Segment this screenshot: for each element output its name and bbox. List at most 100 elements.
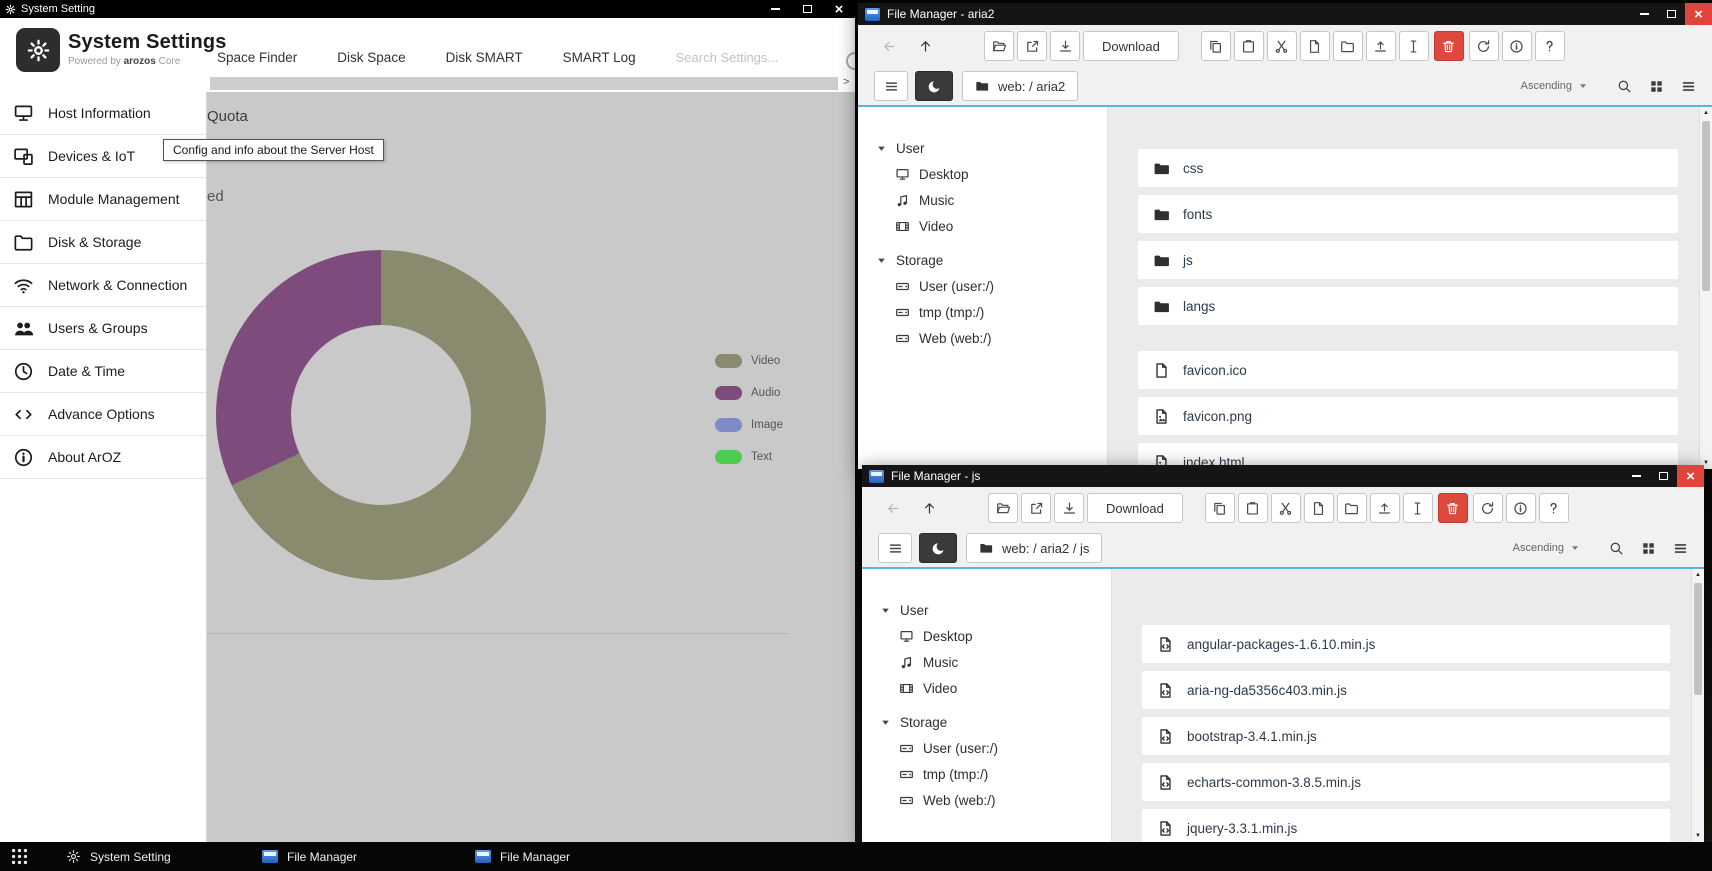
- tree-item-user-drive[interactable]: User (user:/): [876, 273, 1107, 299]
- tabs-scrollbar[interactable]: [210, 77, 838, 90]
- minimize-button[interactable]: [1631, 3, 1658, 25]
- delete-button[interactable]: [1438, 493, 1468, 523]
- tree-item-tmp-drive[interactable]: tmp (tmp:/): [880, 761, 1111, 787]
- delete-button[interactable]: [1434, 31, 1464, 61]
- back-button[interactable]: [878, 493, 908, 523]
- minimize-button[interactable]: [759, 0, 791, 18]
- copy-button[interactable]: [1201, 31, 1231, 61]
- new-folder-button[interactable]: [1337, 493, 1367, 523]
- back-button[interactable]: [874, 31, 904, 61]
- sort-order-select[interactable]: Ascending: [1521, 80, 1588, 92]
- maximize-button[interactable]: [1658, 3, 1685, 25]
- tree-item-desktop[interactable]: Desktop: [880, 623, 1111, 649]
- refresh-button[interactable]: [1473, 493, 1503, 523]
- vertical-scrollbar[interactable]: ▲ ▼: [1699, 107, 1712, 469]
- menu-button[interactable]: [878, 533, 912, 563]
- tree-item-web-drive[interactable]: Web (web:/): [880, 787, 1111, 813]
- close-button[interactable]: ×: [1677, 465, 1704, 487]
- file-row-aria-ng[interactable]: aria-ng-da5356c403.min.js: [1142, 671, 1670, 709]
- app-drawer-button[interactable]: [10, 847, 29, 871]
- sort-order-select[interactable]: Ascending: [1513, 542, 1580, 554]
- scroll-up-arrow[interactable]: ▲: [1692, 569, 1704, 581]
- file-manager-titlebar[interactable]: File Manager - aria2 ×: [858, 3, 1712, 25]
- help-button[interactable]: [1539, 493, 1569, 523]
- tree-section-user[interactable]: User: [880, 597, 1111, 623]
- scroll-down-arrow[interactable]: ▼: [1692, 830, 1704, 842]
- up-button[interactable]: [914, 493, 944, 523]
- list-view-icon[interactable]: [1673, 541, 1688, 556]
- file-row-jquery[interactable]: jquery-3.3.1.min.js: [1142, 809, 1670, 842]
- sidebar-item-users-groups[interactable]: Users & Groups: [0, 307, 206, 350]
- download-button[interactable]: Download: [1087, 493, 1183, 523]
- breadcrumb[interactable]: web: / aria2: [962, 71, 1078, 101]
- tab-disk-space[interactable]: Disk Space: [337, 50, 405, 65]
- folder-row-js[interactable]: js: [1138, 241, 1678, 279]
- cut-button[interactable]: [1271, 493, 1301, 523]
- file-row-favicon-ico[interactable]: favicon.ico: [1138, 351, 1678, 389]
- upload-button[interactable]: [1370, 493, 1400, 523]
- file-row-angular[interactable]: angular-packages-1.6.10.min.js: [1142, 625, 1670, 663]
- file-row-bootstrap[interactable]: bootstrap-3.4.1.min.js: [1142, 717, 1670, 755]
- download-button[interactable]: Download: [1083, 31, 1179, 61]
- scroll-right-arrow[interactable]: >: [843, 76, 849, 88]
- taskbar-item-system-setting[interactable]: System Setting: [66, 842, 171, 871]
- scroll-up-arrow[interactable]: ▲: [1700, 107, 1712, 119]
- sidebar-item-network-connection[interactable]: Network & Connection: [0, 264, 206, 307]
- maximize-button[interactable]: [791, 0, 823, 18]
- file-row-favicon-png[interactable]: favicon.png: [1138, 397, 1678, 435]
- folder-row-fonts[interactable]: fonts: [1138, 195, 1678, 233]
- tree-section-user[interactable]: User: [876, 135, 1107, 161]
- file-row-echarts[interactable]: echarts-common-3.8.5.min.js: [1142, 763, 1670, 801]
- sidebar-item-module-management[interactable]: Module Management: [0, 178, 206, 221]
- open-folder-button[interactable]: [988, 493, 1018, 523]
- cut-button[interactable]: [1267, 31, 1297, 61]
- upload-button[interactable]: [1366, 31, 1396, 61]
- help-button[interactable]: [1535, 31, 1565, 61]
- breadcrumb[interactable]: web: / aria2 / js: [966, 533, 1102, 563]
- info-button[interactable]: [1506, 493, 1536, 523]
- dark-mode-button[interactable]: [915, 71, 953, 101]
- download-icon-button[interactable]: [1050, 31, 1080, 61]
- download-icon-button[interactable]: [1054, 493, 1084, 523]
- search-icon[interactable]: [1617, 79, 1632, 94]
- close-button[interactable]: ×: [1685, 3, 1712, 25]
- tree-item-music[interactable]: Music: [876, 187, 1107, 213]
- tree-item-web-drive[interactable]: Web (web:/): [876, 325, 1107, 351]
- sidebar-item-advance-options[interactable]: Advance Options: [0, 393, 206, 436]
- new-file-button[interactable]: [1304, 493, 1334, 523]
- up-button[interactable]: [910, 31, 940, 61]
- scrollbar-thumb[interactable]: [1702, 121, 1710, 291]
- new-folder-button[interactable]: [1333, 31, 1363, 61]
- search-icon[interactable]: [1609, 541, 1624, 556]
- paste-button[interactable]: [1238, 493, 1268, 523]
- rename-button[interactable]: [1403, 493, 1433, 523]
- close-button[interactable]: ×: [823, 0, 855, 18]
- list-view-icon[interactable]: [1681, 79, 1696, 94]
- folder-row-css[interactable]: css: [1138, 149, 1678, 187]
- tree-item-video[interactable]: Video: [876, 213, 1107, 239]
- scrollbar-thumb[interactable]: [1694, 583, 1702, 695]
- tree-item-user-drive[interactable]: User (user:/): [880, 735, 1111, 761]
- grid-view-icon[interactable]: [1649, 79, 1664, 94]
- refresh-button[interactable]: [1469, 31, 1499, 61]
- open-folder-button[interactable]: [984, 31, 1014, 61]
- sidebar-item-date-time[interactable]: Date & Time: [0, 350, 206, 393]
- tree-section-storage[interactable]: Storage: [876, 247, 1107, 273]
- tree-item-tmp-drive[interactable]: tmp (tmp:/): [876, 299, 1107, 325]
- minimize-button[interactable]: [1623, 465, 1650, 487]
- file-manager-titlebar[interactable]: File Manager - js ×: [862, 465, 1704, 487]
- vertical-scrollbar[interactable]: ▲ ▼: [1691, 569, 1704, 842]
- tab-disk-smart[interactable]: Disk SMART: [446, 50, 523, 65]
- open-external-button[interactable]: [1021, 493, 1051, 523]
- tree-section-storage[interactable]: Storage: [880, 709, 1111, 735]
- new-file-button[interactable]: [1300, 31, 1330, 61]
- taskbar-item-file-manager-2[interactable]: File Manager: [475, 842, 570, 871]
- dark-mode-button[interactable]: [919, 533, 957, 563]
- folder-row-langs[interactable]: langs: [1138, 287, 1678, 325]
- system-settings-titlebar[interactable]: System Setting ×: [0, 0, 855, 18]
- menu-button[interactable]: [874, 71, 908, 101]
- tab-space-finder[interactable]: Space Finder: [217, 50, 297, 65]
- tab-smart-log[interactable]: SMART Log: [563, 50, 636, 65]
- grid-view-icon[interactable]: [1641, 541, 1656, 556]
- tree-item-music[interactable]: Music: [880, 649, 1111, 675]
